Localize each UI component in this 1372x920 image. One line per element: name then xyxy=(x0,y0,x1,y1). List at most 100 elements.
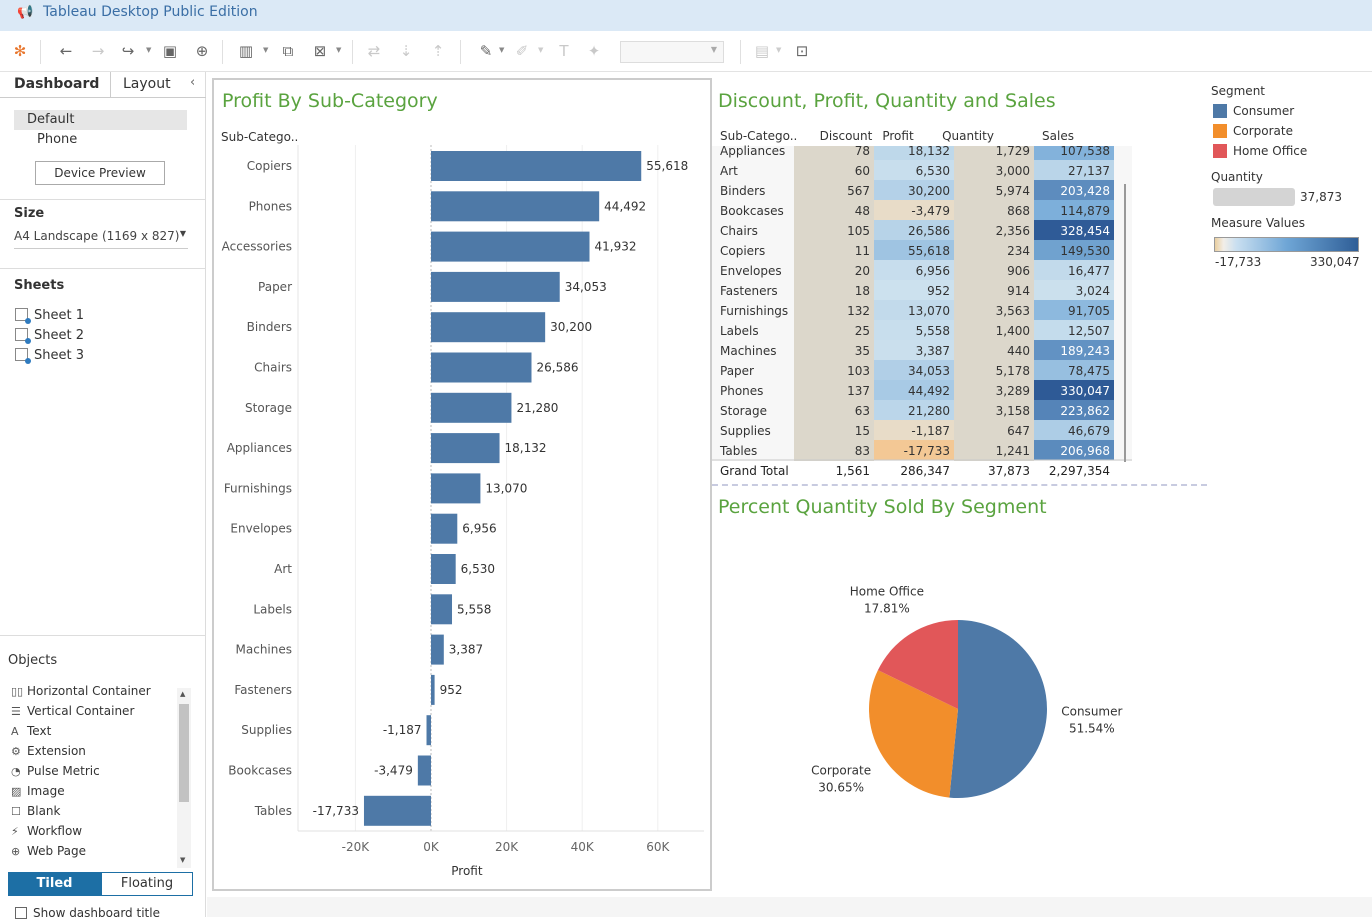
clear-sheet-icon[interactable]: ⊠ xyxy=(310,41,330,61)
pie-label-name: Consumer xyxy=(1061,704,1122,718)
objects-scrollbar[interactable]: ▲ ▼ xyxy=(177,688,191,868)
quantity-legend-title: Quantity xyxy=(1211,170,1263,184)
redo-icon[interactable]: → xyxy=(88,41,108,61)
undo-icon[interactable]: ← xyxy=(56,41,76,61)
tiled-button[interactable]: Tiled xyxy=(8,872,101,896)
object-label: Horizontal Container xyxy=(27,684,151,698)
object-pulse-metric[interactable]: ◔ Pulse Metric xyxy=(11,764,100,778)
sheet-item-3[interactable]: Sheet 3 xyxy=(15,348,84,364)
object-web-page[interactable]: ⊕ Web Page xyxy=(11,844,86,858)
chevron-down-icon: ▼ xyxy=(179,229,186,238)
fit-dropdown[interactable]: ▼ xyxy=(620,41,724,63)
object-blank[interactable]: ☐ Blank xyxy=(11,804,60,818)
collapse-icon[interactable]: ‹ xyxy=(190,75,195,90)
sales-value: 91,705 xyxy=(1068,304,1110,318)
category-label: Paper xyxy=(258,280,292,294)
category-label: Storage xyxy=(245,401,292,415)
sort-descending-icon[interactable]: ⇡ xyxy=(428,41,448,61)
object-label: Web Page xyxy=(27,844,87,858)
object-label: Extension xyxy=(27,744,86,758)
pin-icon[interactable]: ✦ xyxy=(584,41,604,61)
left-panel: Dashboard Layout ‹ Default Phone Device … xyxy=(0,72,206,920)
legend-home-office[interactable]: Home Office xyxy=(1213,144,1307,158)
status-bar xyxy=(207,897,1372,917)
legend-consumer[interactable]: Consumer xyxy=(1213,104,1294,118)
column-header: Sales xyxy=(1042,129,1074,143)
profit-value: 34,053 xyxy=(908,364,950,378)
bar-accessories xyxy=(431,231,590,262)
object-horizontal-container[interactable]: ▯▯ Horizontal Container xyxy=(11,684,151,698)
device-phone[interactable]: Phone xyxy=(14,130,187,150)
highlight-icon[interactable]: ✎ xyxy=(476,41,496,61)
sales-value: 330,047 xyxy=(1060,384,1110,398)
bar-machines xyxy=(431,634,444,665)
device-preview-button[interactable]: Device Preview xyxy=(35,161,165,185)
data-label: 952 xyxy=(440,683,463,697)
sheet-item-2[interactable]: Sheet 2 xyxy=(15,328,84,344)
quantity-value: 3,158 xyxy=(996,404,1030,418)
object-label: Pulse Metric xyxy=(27,764,100,778)
pie-label-name: Corporate xyxy=(811,764,871,778)
data-label: 3,387 xyxy=(449,643,483,657)
object-extension[interactable]: ⚙ Extension xyxy=(11,744,86,758)
object-image[interactable]: ▨ Image xyxy=(11,784,65,798)
sort-ascending-icon[interactable]: ⇣ xyxy=(396,41,416,61)
duplicate-sheet-icon[interactable]: ⧉ xyxy=(278,41,298,61)
total-profit: 286,347 xyxy=(900,464,950,478)
quantity-value: 1,400 xyxy=(996,324,1030,338)
size-select[interactable]: A4 Landscape (1169 x 827) ▼ xyxy=(14,229,188,249)
label-icon[interactable]: T xyxy=(554,41,574,61)
sales-value: 78,475 xyxy=(1068,364,1110,378)
swap-icon[interactable]: ⇄ xyxy=(364,41,384,61)
bar-chart-title: Profit By Sub-Category xyxy=(222,90,438,112)
total-sales: 2,297,354 xyxy=(1049,464,1110,478)
sales-value: 12,507 xyxy=(1068,324,1110,338)
sheet-icon xyxy=(15,328,31,344)
quantity-value: 5,178 xyxy=(996,364,1030,378)
data-label: 13,070 xyxy=(485,481,527,495)
object-vertical-container[interactable]: ☰ Vertical Container xyxy=(11,704,134,718)
sales-value: 149,530 xyxy=(1060,244,1110,258)
data-label: 6,956 xyxy=(462,522,496,536)
group-icon[interactable]: ✐ xyxy=(512,41,532,61)
data-label: 18,132 xyxy=(505,441,547,455)
extension-icon: ⚙ xyxy=(11,745,21,758)
tab-dashboard[interactable]: Dashboard xyxy=(14,76,99,92)
measure-legend-title: Measure Values xyxy=(1211,216,1306,230)
quantity-legend-value: 37,873 xyxy=(1300,190,1342,204)
quantity-value: 1,241 xyxy=(996,444,1030,458)
data-label: -3,479 xyxy=(374,764,413,778)
tableau-logo-icon[interactable]: ✻ xyxy=(10,41,30,61)
bar-phones xyxy=(431,191,600,222)
discount-value: 137 xyxy=(847,384,870,398)
object-text[interactable]: A Text xyxy=(11,724,51,738)
legend-corporate[interactable]: Corporate xyxy=(1213,124,1293,138)
save-icon[interactable]: ▣ xyxy=(160,41,180,61)
pie-title: Percent Quantity Sold By Segment xyxy=(718,496,1047,518)
profit-value: 44,492 xyxy=(908,384,950,398)
new-worksheet-icon[interactable]: ▥ xyxy=(236,41,256,61)
row-label: Bookcases xyxy=(720,204,784,218)
tab-layout[interactable]: Layout xyxy=(123,76,171,92)
sheet-item-1[interactable]: Sheet 1 xyxy=(15,308,84,324)
discount-value: 15 xyxy=(855,424,870,438)
profit-value: -1,187 xyxy=(911,424,950,438)
discount-value: 20 xyxy=(855,264,870,278)
row-label: Paper xyxy=(720,364,754,378)
redo-menu-icon[interactable]: ↪ xyxy=(118,41,138,61)
divider xyxy=(712,484,1207,486)
presentation-mode-icon[interactable]: ⊡ xyxy=(792,41,812,61)
quantity-value: 647 xyxy=(1007,424,1030,438)
megaphone-icon: 📢 xyxy=(17,5,34,20)
show-title-checkbox[interactable]: Show dashboard title xyxy=(15,906,160,920)
show-me-icon[interactable]: ▤ xyxy=(752,41,772,61)
object-workflow[interactable]: ⚡ Workflow xyxy=(11,824,82,838)
device-default[interactable]: Default xyxy=(14,110,187,130)
bar-supplies xyxy=(426,715,431,746)
new-datasource-icon[interactable]: ⊕ xyxy=(192,41,212,61)
quantity-value: 2,356 xyxy=(996,224,1030,238)
floating-button[interactable]: Floating xyxy=(101,872,193,896)
discount-value: 103 xyxy=(847,364,870,378)
x-tick-label: 20K xyxy=(495,840,519,854)
data-label: -1,187 xyxy=(383,723,422,737)
